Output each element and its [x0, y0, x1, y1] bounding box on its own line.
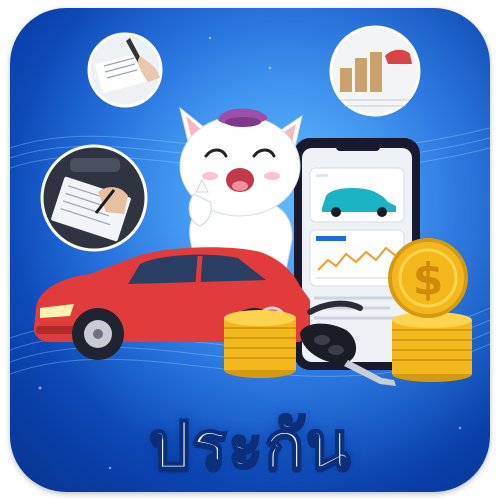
coin-stacks-photo — [329, 25, 421, 117]
form-filling-photo — [40, 144, 148, 252]
icon-title: ประกัน — [148, 406, 352, 485]
phone-car-card — [309, 167, 405, 223]
contract-signing-photo — [87, 32, 163, 108]
dollar-coin-icon: $ — [388, 238, 468, 318]
app-icon-tile[interactable]: $ ประกัน — [10, 8, 490, 492]
mascot-cat — [179, 106, 303, 271]
svg-text:$: $ — [413, 254, 444, 305]
